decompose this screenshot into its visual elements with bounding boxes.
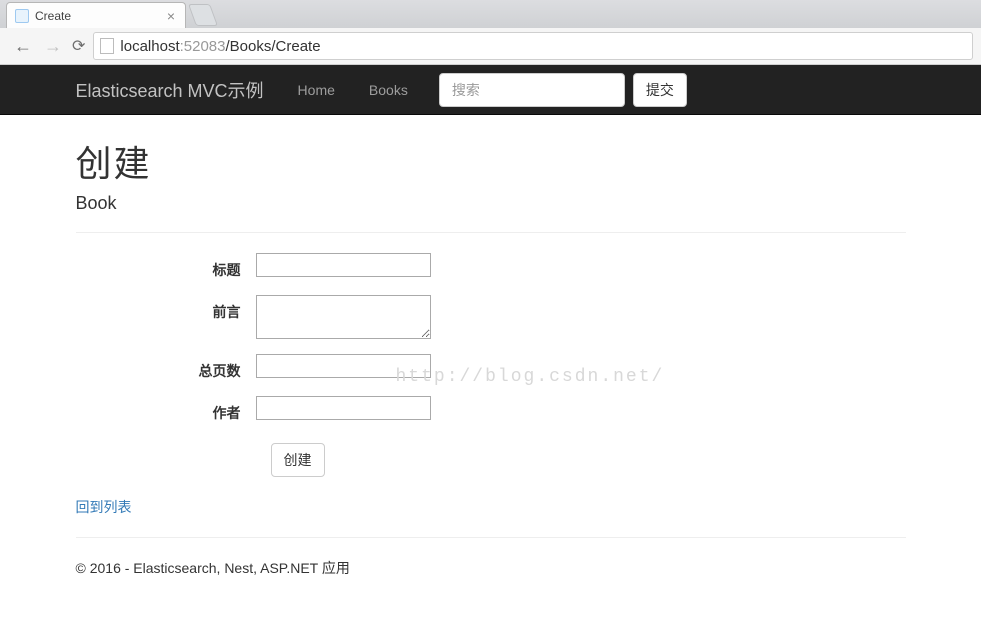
nav-link-books[interactable]: Books [354,82,423,98]
url-port: :52083 [180,38,226,55]
body-content: 创建 Book 标题 前言 总页数 作者 创建 http://blog.csdn… [61,115,921,598]
url-host: localhost [120,38,179,55]
reload-icon[interactable]: ⟳ [68,36,93,56]
search-input[interactable] [439,73,625,107]
search-form: 提交 [439,73,687,107]
address-bar[interactable]: localhost:52083/Books/Create [93,32,973,60]
label-pages: 总页数 [76,354,256,381]
address-bar-row: ← → ⟳ localhost:52083/Books/Create [0,28,981,64]
navbar-brand[interactable]: Elasticsearch MVC示例 [76,77,279,103]
forward-arrow-icon: → [38,36,68,57]
create-button[interactable]: 创建 [271,443,325,477]
page-title: 创建 [76,135,906,187]
page-icon [100,38,114,54]
form-group-title: 标题 [76,253,906,280]
browser-tab[interactable]: Create × [6,2,186,28]
input-title[interactable] [256,253,431,277]
footer-text: © 2016 - Elasticsearch, Nest, ASP.NET 应用 [76,558,906,598]
search-submit-button[interactable]: 提交 [633,73,687,107]
tab-bar: Create × [0,0,981,28]
close-tab-icon[interactable]: × [165,9,177,23]
nav-link-home[interactable]: Home [283,82,350,98]
label-preface: 前言 [76,295,256,339]
form-actions: 创建 [271,443,906,477]
form-group-pages: 总页数 [76,354,906,381]
textarea-preface[interactable] [256,295,431,339]
tab-title: Create [35,9,71,23]
form-group-preface: 前言 [76,295,906,339]
input-pages[interactable] [256,354,431,378]
form-group-author: 作者 [76,396,906,423]
page-subtitle: Book [76,193,906,214]
new-tab-button[interactable] [188,4,218,26]
label-author: 作者 [76,396,256,423]
create-form: 标题 前言 总页数 作者 创建 http://blog.csdn.net/ [76,253,906,477]
back-arrow-icon[interactable]: ← [8,36,38,57]
back-link[interactable]: 回到列表 [76,497,132,517]
navbar: Elasticsearch MVC示例 Home Books 提交 [0,65,981,115]
label-title: 标题 [76,253,256,280]
divider [76,232,906,233]
browser-chrome: Create × ← → ⟳ localhost:52083/Books/Cre… [0,0,981,65]
footer-divider [76,537,906,538]
favicon-icon [15,9,29,23]
url-path: /Books/Create [226,38,321,55]
input-author[interactable] [256,396,431,420]
